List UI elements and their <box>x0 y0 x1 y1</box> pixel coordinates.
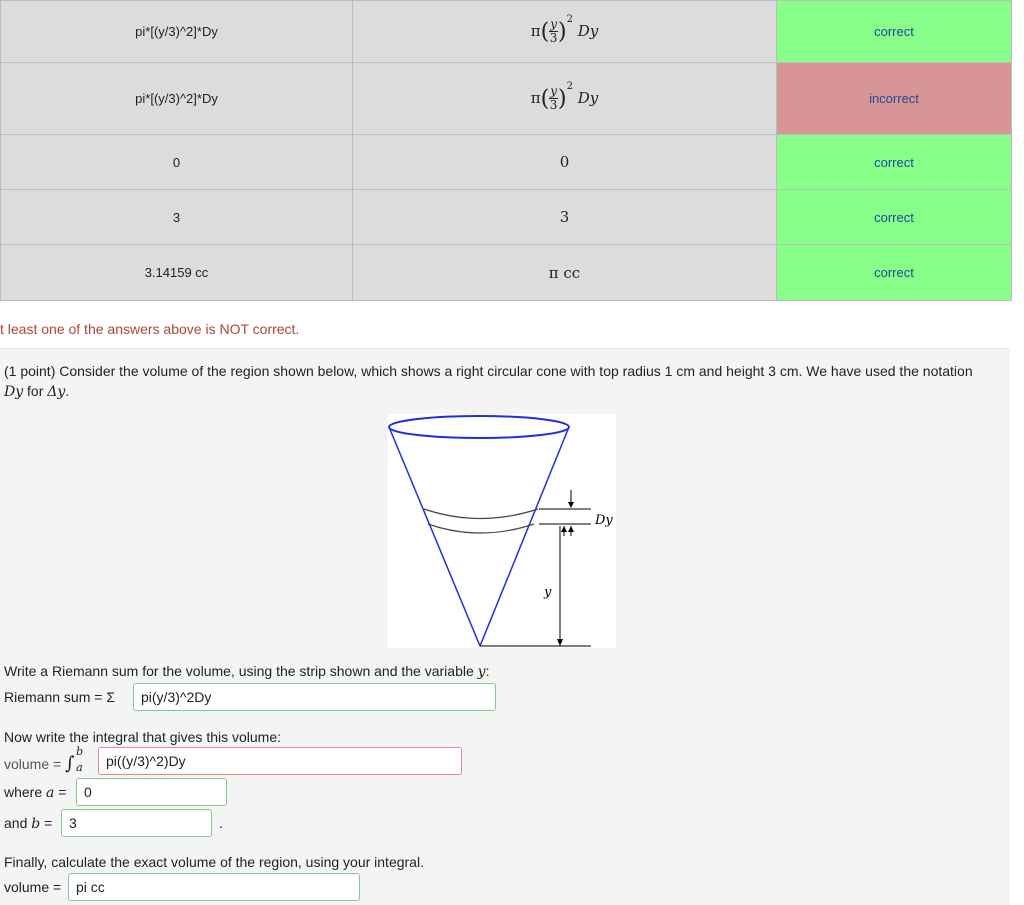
result-row: 0 0 correct <box>0 134 1012 190</box>
preview-exponent: 2 <box>566 80 573 92</box>
riemann-prompt-text: Write a Riemann sum for the volume, usin… <box>4 663 474 679</box>
final-prompt: Finally, calculate the exact volume of t… <box>4 854 424 870</box>
strip-bottom <box>427 523 535 534</box>
problem-panel: (1 point) Consider the volume of the reg… <box>0 348 1010 905</box>
result-row: 3 3 correct <box>0 189 1012 245</box>
preview-pi: π <box>530 88 541 107</box>
notation-dy: Dy <box>4 384 24 400</box>
answer-preview: π cc <box>352 244 777 301</box>
riemann-sum-input[interactable]: pi(y/3)^2Dy <box>133 683 496 711</box>
results-table: pi*[(y/3)^2]*Dy π(y 3)2 Dy correct pi*[(y/3)… <box>0 0 1012 301</box>
fraction-denominator: 3 <box>549 31 558 45</box>
paren-open: ( <box>540 86 550 111</box>
integral-input[interactable]: pi((y/3)^2)Dy <box>98 747 462 775</box>
status-cell: correct <box>776 0 1012 63</box>
entered-answer: pi*[(y/3)^2]*Dy <box>0 0 353 63</box>
warning-message: t least one of the answers above is NOT … <box>0 321 300 337</box>
cone-figure: Dy y <box>388 414 616 648</box>
notation-for: for <box>23 383 48 399</box>
and-b-label: and b = <box>4 815 52 832</box>
result-row: pi*[(y/3)^2]*Dy π(y 3)2 Dy incorrect <box>0 62 1012 135</box>
status-cell: correct <box>776 244 1012 301</box>
preview-exponent: 2 <box>566 13 573 25</box>
riemann-prompt: Write a Riemann sum for the volume, usin… <box>4 663 489 680</box>
intro-text: (1 point) Consider the volume of the reg… <box>4 363 973 379</box>
riemann-prompt-end: : <box>485 663 490 679</box>
answer-preview: 3 <box>352 189 777 245</box>
where-a-label: where a = <box>4 784 66 801</box>
where-text: where <box>4 784 43 800</box>
volume-label: volume = <box>4 756 66 772</box>
cone-left-edge <box>388 426 481 647</box>
entered-answer: pi*[(y/3)^2]*Dy <box>0 62 353 135</box>
answer-preview: 0 <box>352 134 777 190</box>
integral-symbol: ∫ <box>65 753 75 774</box>
b-period: . <box>219 815 223 831</box>
paren-open: ( <box>540 19 550 44</box>
cone-diagram: Dy y <box>388 415 613 647</box>
a-eq: = <box>58 784 67 800</box>
preview-fraction: y3 <box>549 18 558 45</box>
preview-text: 0 <box>559 153 570 171</box>
riemann-label: Riemann sum = Σ <box>4 689 115 705</box>
status-cell: correct <box>776 189 1012 245</box>
integral-sign: ∫ b a <box>65 745 83 774</box>
a-input[interactable]: 0 <box>76 778 227 806</box>
status-cell: incorrect <box>776 62 1012 135</box>
preview-fraction: y3 <box>549 85 558 112</box>
preview-dy: Dy <box>577 21 599 40</box>
integral-prompt: Now write the integral that gives this v… <box>4 729 282 745</box>
fraction-numerator: y <box>549 17 558 32</box>
problem-intro: (1 point) Consider the volume of the reg… <box>4 361 1004 402</box>
paren-close: ) <box>557 86 567 111</box>
preview-text: 3 <box>559 208 570 226</box>
fraction-denominator: 3 <box>549 98 558 112</box>
fraction-numerator: y <box>549 84 558 99</box>
result-row: pi*[(y/3)^2]*Dy π(y 3)2 Dy correct <box>0 0 1012 63</box>
paren-close: ) <box>557 19 567 44</box>
result-row: 3.14159 cc π cc correct <box>0 244 1012 301</box>
notation-end: . <box>65 383 70 399</box>
notation-delta-y: Δy <box>47 384 66 400</box>
b-eq: = <box>44 815 53 831</box>
and-text: and <box>4 815 28 831</box>
a-var: a <box>46 785 55 801</box>
preview-pi: π <box>530 21 541 40</box>
entered-answer: 0 <box>0 134 353 190</box>
cone-top-ellipse <box>388 415 570 439</box>
final-volume-input[interactable]: pi cc <box>68 873 360 901</box>
preview-dy: Dy <box>577 88 599 107</box>
entered-answer: 3 <box>0 189 353 245</box>
entered-answer: 3.14159 cc <box>0 244 353 301</box>
b-input[interactable]: 3 <box>61 809 212 837</box>
cone-right-edge <box>479 426 570 647</box>
integral-lower: a <box>76 761 83 774</box>
final-volume-label: volume = <box>4 879 62 895</box>
riemann-var: y <box>477 664 486 680</box>
answer-preview: π(y 3)2 Dy <box>352 62 777 135</box>
figure-label-y: y <box>543 585 552 600</box>
volume-integral-label: volume = ∫ b a <box>4 745 83 774</box>
answer-preview: π(y 3)2 Dy <box>352 0 777 63</box>
preview-text: π cc <box>548 263 581 282</box>
status-cell: correct <box>776 134 1012 190</box>
integral-upper: b <box>76 745 84 758</box>
figure-label-dy: Dy <box>594 513 613 528</box>
strip-top <box>423 508 539 520</box>
b-var: b <box>31 816 41 832</box>
